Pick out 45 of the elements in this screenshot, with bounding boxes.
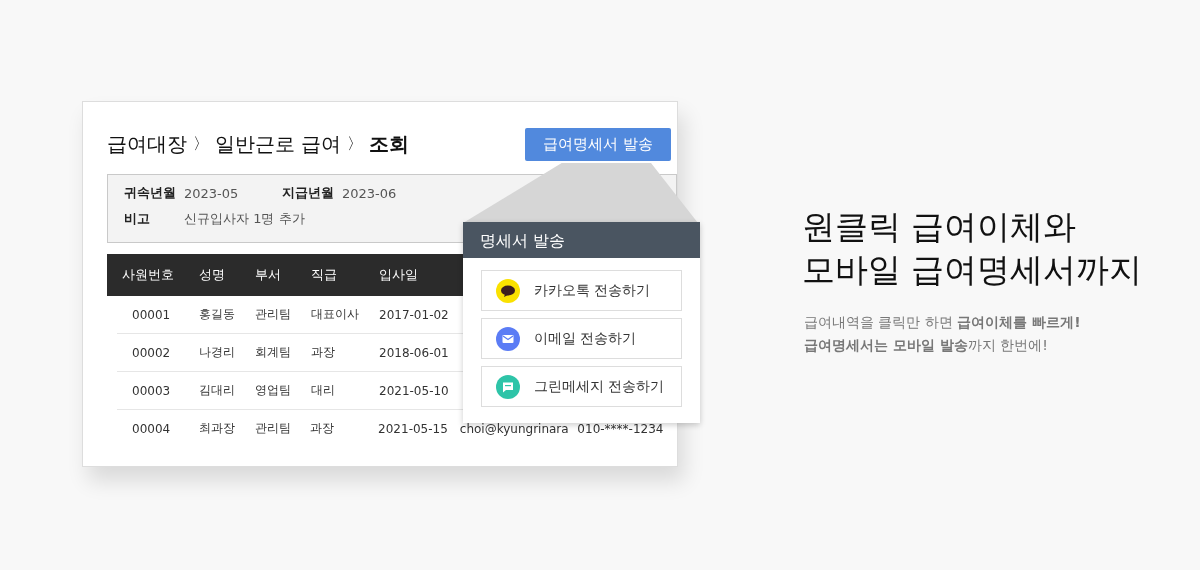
- table-cell-text: 과장: [311, 344, 336, 361]
- breadcrumb-separator: 〉: [193, 133, 209, 155]
- table-cell-text: choi@kyungrinara: [459, 421, 570, 436]
- field-label: 귀속년월: [124, 184, 177, 202]
- table-cell-text: 관리팀: [254, 420, 292, 437]
- send-option[interactable]: 카카오톡 전송하기: [481, 270, 682, 311]
- table-cell-text: 대리: [311, 382, 336, 399]
- table-cell-text: 2018-06-01: [379, 345, 450, 360]
- field-value: 2023-06: [342, 185, 398, 201]
- table-cell-text: 회계팀: [255, 344, 292, 361]
- column-header: 입사일: [379, 266, 419, 284]
- table-cell-text: 홍길동: [199, 306, 236, 323]
- column-header: 성명: [199, 266, 226, 284]
- breadcrumb-separator: 〉: [347, 133, 364, 155]
- breadcrumb-item[interactable]: 일반근로 급여: [215, 130, 342, 158]
- column-header: 직급: [311, 266, 338, 284]
- send-option[interactable]: 그린메세지 전송하기: [481, 366, 682, 407]
- table-cell-text: 최과장: [198, 420, 236, 437]
- breadcrumb-item[interactable]: 급여대장: [107, 130, 187, 158]
- field-value: 신규입사자 1명 추가: [184, 210, 305, 228]
- breadcrumb-item[interactable]: 조회: [369, 130, 410, 158]
- table-cell-text: 2021-05-10: [379, 383, 450, 398]
- table-cell-text: 관리팀: [255, 306, 292, 323]
- column-header: 부서: [255, 266, 282, 284]
- table-cell-text: 010-****-1234: [577, 421, 665, 436]
- headline: 원클릭 급여이체와 모바일 급여명세서까지: [802, 206, 1143, 291]
- field-label: 비고: [124, 210, 151, 228]
- table-cell-text: 과장: [310, 420, 336, 437]
- popup-title: 명세서 발송: [463, 222, 700, 258]
- table-cell-text: 00001: [131, 307, 172, 322]
- table-cell-text: 2017-01-02: [379, 307, 450, 322]
- table-cell-text: 00002: [131, 345, 172, 360]
- send-button[interactable]: 급여명세서 발송: [525, 127, 671, 161]
- table-cell-text: 00003: [131, 383, 172, 398]
- field-label: 지급년월: [282, 184, 335, 202]
- column-header: 사원번호: [121, 266, 175, 284]
- table-cell-text: 00004: [131, 421, 172, 436]
- table-cell-text: 2021-05-15: [378, 421, 449, 436]
- table-cell-text: 영업팀: [255, 382, 292, 399]
- table-cell-text: 나경리: [199, 344, 236, 361]
- table-cell-text: 대표이사: [311, 306, 360, 323]
- field-value: 2023-05: [184, 185, 240, 201]
- description: 급여내역을 클릭만 하면 급여이체를 빠르게! 급여명세서는 모바일 발송까지 한번에!: [804, 313, 1082, 355]
- send-option[interactable]: 이메일 전송하기: [481, 318, 682, 359]
- table-cell-text: 김대리: [199, 382, 236, 399]
